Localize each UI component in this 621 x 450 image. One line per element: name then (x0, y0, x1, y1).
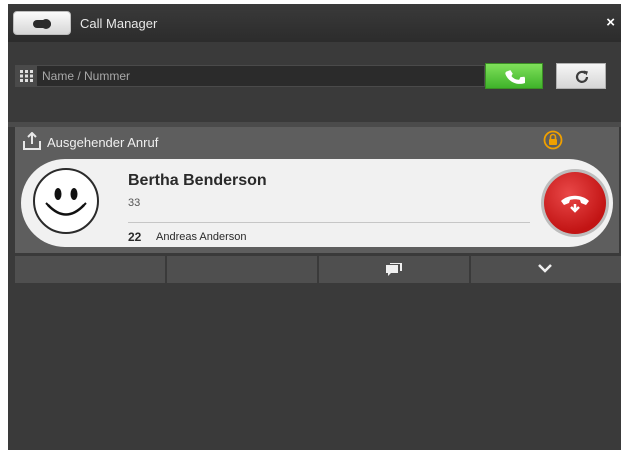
own-line-number: 22 (128, 230, 142, 244)
action-button-2[interactable] (167, 256, 317, 283)
chevron-down-icon (538, 264, 552, 273)
refresh-icon (575, 70, 589, 83)
action-button-1[interactable] (15, 256, 165, 283)
hang-up-icon (561, 195, 589, 213)
card-divider (128, 222, 530, 223)
contact-number: 33 (128, 197, 141, 209)
hang-up-button[interactable] (541, 169, 609, 237)
contact-name: Bertha Benderson (128, 172, 267, 189)
search-input[interactable] (42, 67, 472, 85)
call-manager-window: Call Manager × Name / Nummer Ausgehender… (8, 4, 621, 450)
expand-button[interactable] (471, 256, 621, 283)
call-header: Ausgehender Anruf (15, 127, 619, 157)
call-card: Bertha Benderson 33 22 Andreas Anderson (21, 159, 613, 247)
phone-handset-icon (505, 70, 525, 84)
search-bar (15, 65, 485, 87)
close-icon[interactable]: × (606, 14, 615, 31)
lock-icon (543, 130, 563, 150)
own-line-name: Andreas Anderson (156, 231, 247, 243)
toggle-knob (41, 19, 51, 29)
keypad-icon[interactable] (16, 66, 37, 86)
call-button[interactable] (485, 63, 543, 89)
active-call-panel: Ausgehender Anruf Bertha Benderson 33 22 (15, 127, 619, 253)
call-direction-label: Ausgehender Anruf (47, 135, 159, 150)
call-action-row (15, 256, 621, 283)
chat-icon (386, 263, 402, 276)
chat-button[interactable] (319, 256, 469, 283)
smiley-avatar-icon (33, 168, 99, 234)
title-bar: Call Manager × (8, 4, 621, 42)
refresh-button[interactable] (556, 63, 606, 89)
outgoing-call-icon (23, 132, 41, 150)
toggle-switch-icon[interactable] (13, 11, 71, 35)
window-title: Call Manager (80, 16, 158, 31)
